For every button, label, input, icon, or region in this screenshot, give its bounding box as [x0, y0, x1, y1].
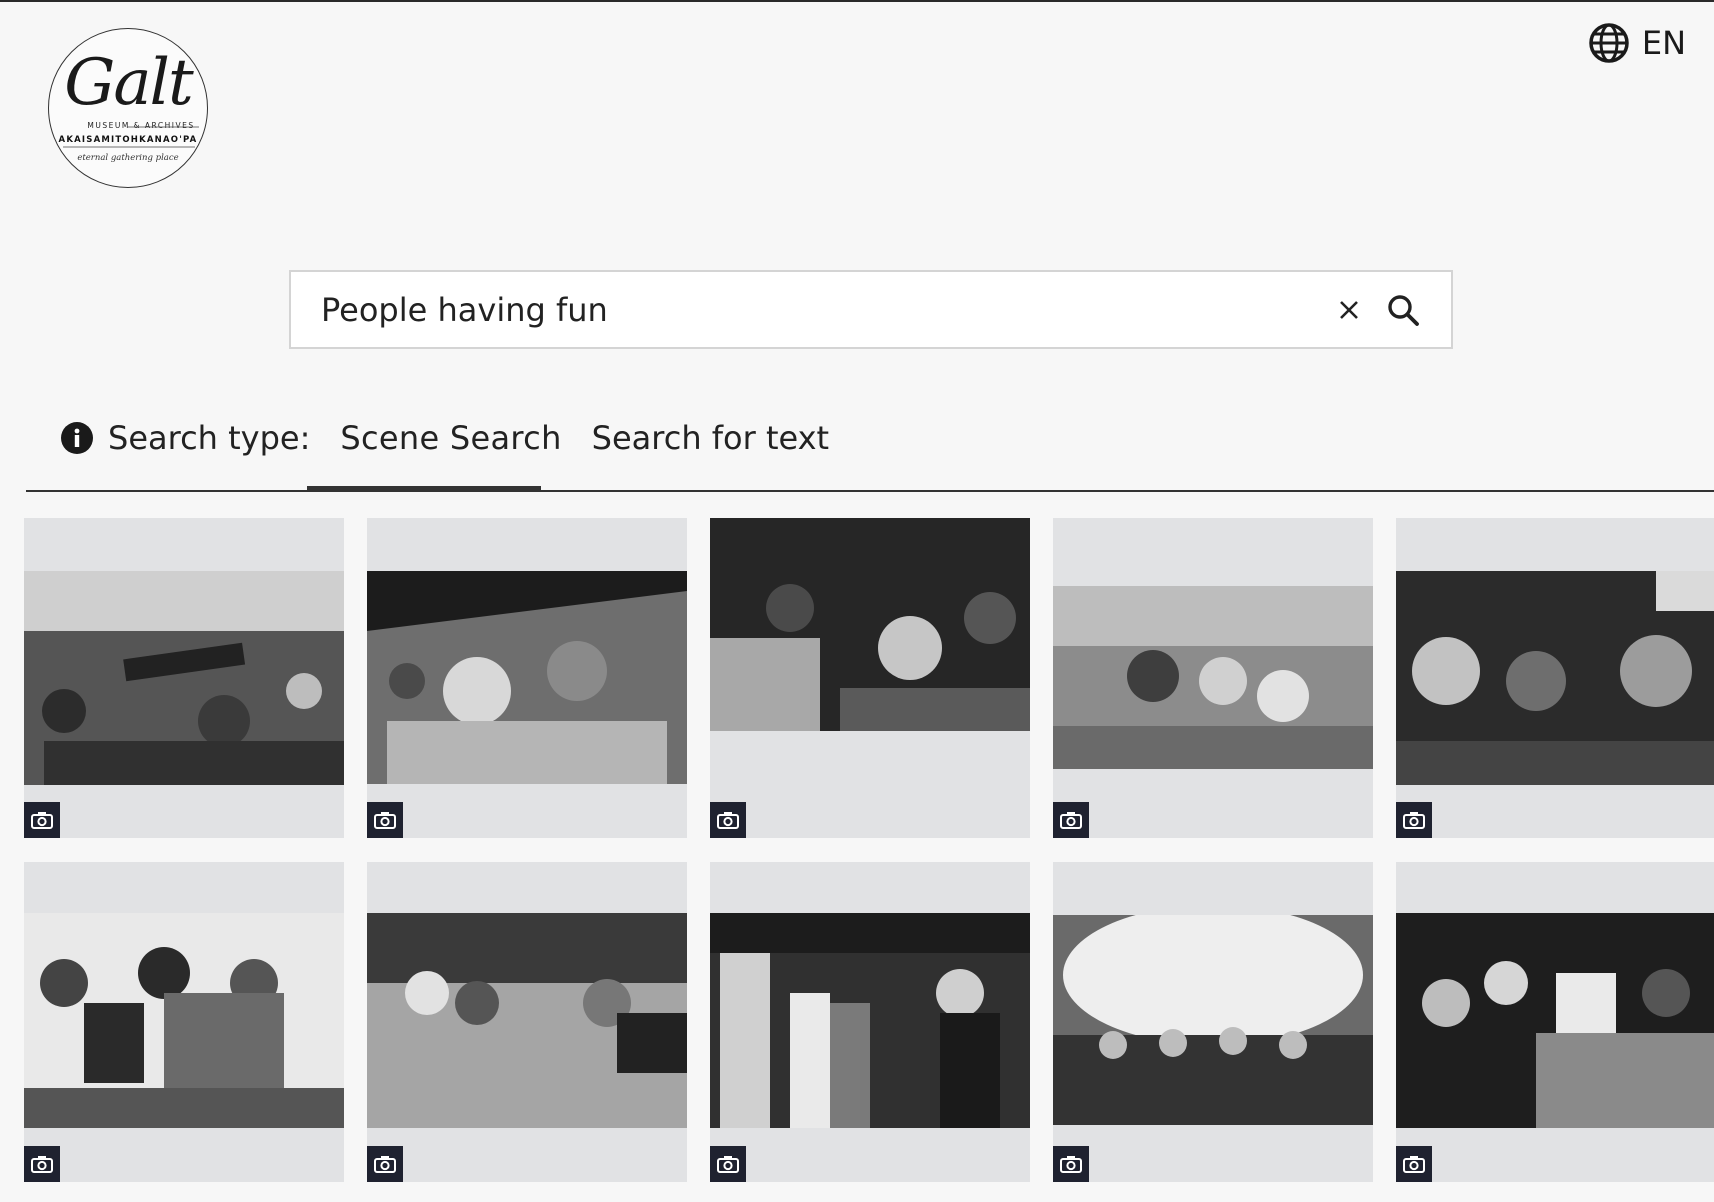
result-card[interactable]: [1053, 518, 1373, 838]
clear-search-button[interactable]: [1325, 286, 1373, 334]
museum-logo[interactable]: Galt MUSEUM & ARCHIVES AKAISAMITOHKANAO'…: [48, 28, 208, 188]
tabs-divider: [26, 490, 1714, 492]
camera-icon: [717, 1156, 739, 1173]
media-type-badge: [1053, 1146, 1089, 1182]
logo-rule-icon: [63, 126, 199, 148]
result-card[interactable]: [1053, 862, 1373, 1182]
media-type-badge: [1396, 802, 1432, 838]
media-type-badge: [710, 1146, 746, 1182]
result-card[interactable]: [1396, 862, 1714, 1182]
search-type-label: Search type:: [108, 419, 311, 457]
results-grid: [24, 518, 1714, 1182]
result-photo: [1396, 571, 1714, 785]
tab-scene-search[interactable]: Scene Search: [340, 412, 561, 464]
result-card[interactable]: [1396, 518, 1714, 838]
camera-icon: [1060, 812, 1082, 829]
media-type-badge: [710, 802, 746, 838]
result-card[interactable]: [710, 862, 1030, 1182]
search-type-selector: Search type: Scene Search Search for tex…: [60, 412, 829, 464]
result-card[interactable]: [710, 518, 1030, 838]
result-card[interactable]: [24, 518, 344, 838]
search-submit-button[interactable]: [1379, 286, 1427, 334]
result-card[interactable]: [367, 862, 687, 1182]
info-icon[interactable]: [60, 421, 94, 455]
media-type-badge: [24, 802, 60, 838]
result-photo: [710, 518, 1030, 731]
result-card[interactable]: [24, 862, 344, 1182]
search-bar: [289, 270, 1453, 349]
camera-icon: [374, 812, 396, 829]
result-photo: [710, 913, 1030, 1128]
media-type-badge: [24, 1146, 60, 1182]
close-icon: [1340, 300, 1358, 319]
result-photo: [367, 571, 687, 784]
tab-search-for-text[interactable]: Search for text: [592, 412, 829, 464]
camera-icon: [31, 1156, 53, 1173]
camera-icon: [717, 812, 739, 829]
result-photo: [1053, 586, 1373, 769]
camera-icon: [374, 1156, 396, 1173]
media-type-badge: [367, 802, 403, 838]
media-type-badge: [1053, 802, 1089, 838]
globe-icon: [1589, 23, 1629, 63]
result-card[interactable]: [367, 518, 687, 838]
media-type-badge: [1396, 1146, 1432, 1182]
camera-icon: [1403, 812, 1425, 829]
media-type-badge: [367, 1146, 403, 1182]
result-photo: [1053, 915, 1373, 1125]
language-selector[interactable]: EN: [1588, 22, 1686, 64]
search-input[interactable]: [291, 272, 1325, 347]
search-icon: [1388, 294, 1419, 326]
result-photo: [24, 913, 344, 1128]
language-label: EN: [1641, 24, 1686, 62]
camera-icon: [1060, 1156, 1082, 1173]
result-photo: [24, 571, 344, 785]
camera-icon: [31, 812, 53, 829]
camera-icon: [1403, 1156, 1425, 1173]
active-tab-indicator: [307, 486, 541, 491]
result-photo: [1396, 913, 1714, 1128]
result-photo: [367, 913, 687, 1128]
